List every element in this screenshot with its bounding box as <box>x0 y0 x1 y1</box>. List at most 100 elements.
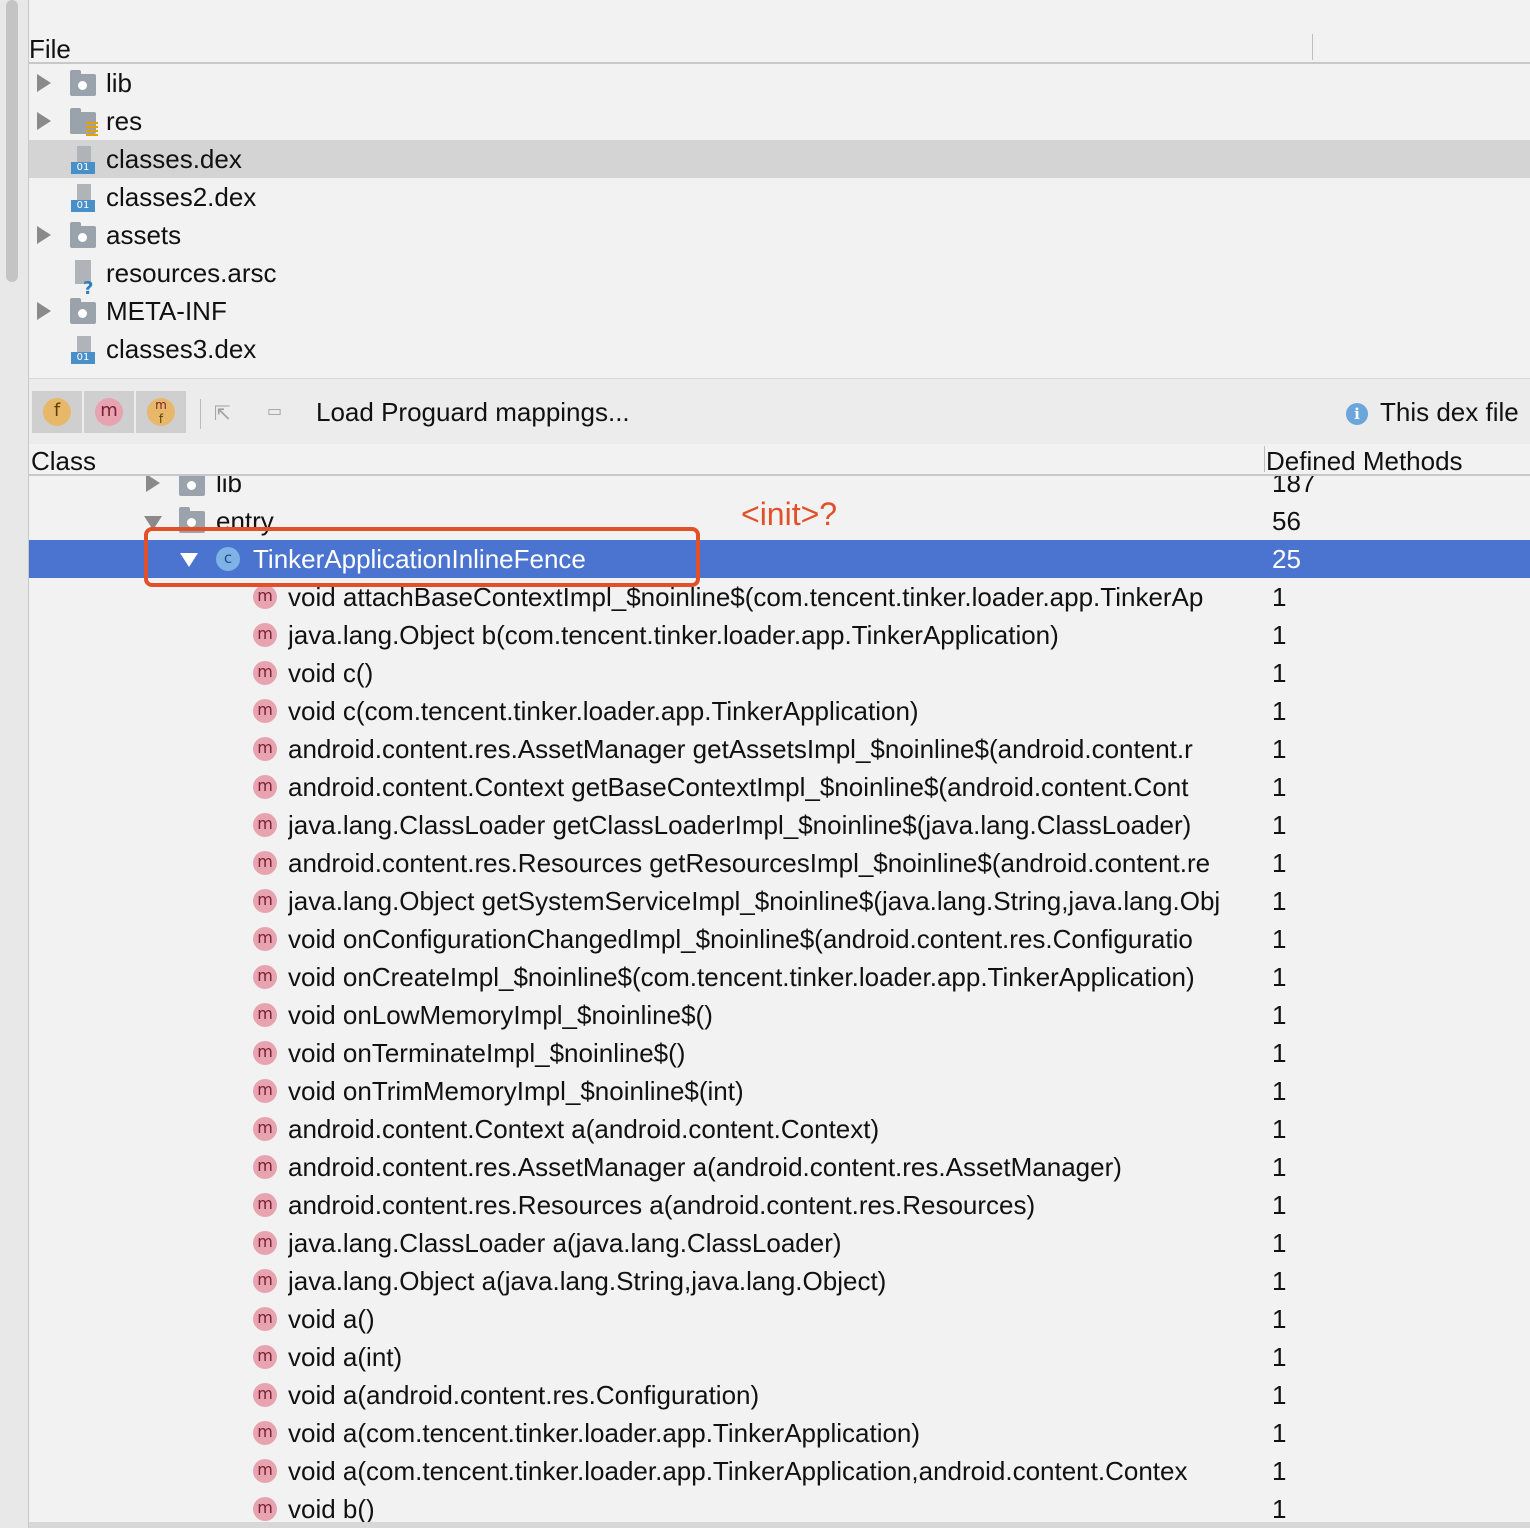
method-icon: m <box>253 623 277 647</box>
method-row[interactable]: m void onTrimMemoryImpl_$noinline$(int) 1 <box>29 1072 1530 1110</box>
method-signature: android.content.res.Resources getResourc… <box>288 848 1211 878</box>
field-icon: f <box>43 398 71 426</box>
method-row[interactable]: m void a(android.content.res.Configuratio… <box>29 1376 1530 1414</box>
method-row[interactable]: m android.content.Context getBaseContextI… <box>29 768 1530 806</box>
folder-icon <box>70 70 96 96</box>
defined-methods-count: 1 <box>1272 582 1287 612</box>
file-row-meta-inf[interactable]: META-INF <box>29 292 1530 330</box>
dex-badge: 01 <box>71 352 95 364</box>
method-row[interactable]: m void a(com.tencent.tinker.loader.app.Ti… <box>29 1414 1530 1452</box>
file-row-label: classes.dex <box>106 144 242 174</box>
method-row[interactable]: m java.lang.Object a(java.lang.String,jav… <box>29 1262 1530 1300</box>
expand-arrow-icon[interactable] <box>37 112 51 130</box>
method-signature: java.lang.ClassLoader getClassLoaderImpl… <box>288 810 1192 840</box>
method-signature: android.content.res.Resources a(android.… <box>288 1190 1036 1220</box>
method-signature: android.content.Context a(android.conten… <box>288 1114 880 1144</box>
method-row[interactable]: m void a(com.tencent.tinker.loader.app.Ti… <box>29 1452 1530 1490</box>
method-row[interactable]: m void onConfigurationChangedImpl_$noinli… <box>29 920 1530 958</box>
file-row-classes-dex[interactable]: 01 classes.dex <box>29 140 1530 178</box>
method-icon: m <box>253 965 277 989</box>
defined-methods-count: 1 <box>1272 886 1287 916</box>
file-row-lib[interactable]: lib <box>29 64 1530 102</box>
method-icon: m <box>253 1269 277 1293</box>
show-fields-toggle[interactable]: f <box>32 391 82 433</box>
annotation-label: <init>? <box>741 496 838 532</box>
method-row[interactable]: m void onLowMemoryImpl_$noinline$() 1 <box>29 996 1530 1034</box>
method-signature: void a() <box>288 1304 375 1334</box>
method-icon: m <box>253 661 277 685</box>
show-methods-toggle[interactable]: m <box>84 391 134 433</box>
method-icon: m <box>253 1307 277 1331</box>
dex-file-icon: 01 <box>71 146 95 174</box>
method-row[interactable]: m java.lang.Object getSystemServiceImpl_$… <box>29 882 1530 920</box>
method-row[interactable]: m void onTerminateImpl_$noinline$() 1 <box>29 1034 1530 1072</box>
method-row[interactable]: m java.lang.ClassLoader a(java.lang.Class… <box>29 1224 1530 1262</box>
method-signature: void onTrimMemoryImpl_$noinline$(int) <box>288 1076 744 1106</box>
method-row[interactable]: m void a() 1 <box>29 1300 1530 1338</box>
method-row[interactable]: m void c() 1 <box>29 654 1530 692</box>
method-row[interactable]: m void onCreateImpl_$noinline$(com.tencen… <box>29 958 1530 996</box>
defined-methods-count: 1 <box>1272 810 1287 840</box>
method-row[interactable]: m android.content.res.AssetManager getAss… <box>29 730 1530 768</box>
method-row[interactable]: m java.lang.ClassLoader getClassLoaderImp… <box>29 806 1530 844</box>
expand-arrow-icon[interactable] <box>37 302 51 320</box>
defined-methods-count: 1 <box>1272 962 1287 992</box>
expand-arrow-icon[interactable] <box>37 74 51 92</box>
file-row-classes2-dex[interactable]: 01 classes2.dex <box>29 178 1530 216</box>
column-divider[interactable] <box>1264 446 1265 472</box>
file-row-label: assets <box>106 220 182 250</box>
defined-methods-count: 1 <box>1272 924 1287 954</box>
file-row-classes3-dex[interactable]: 01 classes3.dex <box>29 330 1530 368</box>
show-referenced-toggle[interactable]: m f <box>136 391 186 433</box>
top-strip <box>29 0 1530 32</box>
file-row-res[interactable]: res <box>29 102 1530 140</box>
method-icon: m <box>253 1079 277 1103</box>
method-signature: void a(com.tencent.tinker.loader.app.Tin… <box>288 1418 921 1448</box>
dex-file-icon: 01 <box>71 336 95 364</box>
scrollbar-thumb[interactable] <box>6 0 18 282</box>
defined-methods-count: 1 <box>1272 1304 1287 1334</box>
expand-arrow-icon[interactable] <box>37 226 51 244</box>
method-row[interactable]: m void a(int) 1 <box>29 1338 1530 1376</box>
method-row[interactable]: m void c(com.tencent.tinker.loader.app.Ti… <box>29 692 1530 730</box>
file-row-assets[interactable]: assets <box>29 216 1530 254</box>
flatten-packages-icon[interactable]: ⇱ <box>214 401 231 425</box>
toolbar-divider <box>200 399 201 429</box>
defined-methods-count: 1 <box>1272 1000 1287 1030</box>
load-proguard-mappings-button[interactable]: Load Proguard mappings... <box>316 397 630 428</box>
dex-badge: 01 <box>71 162 95 174</box>
file-row-label: resources.arsc <box>106 258 277 288</box>
method-icon: m <box>253 775 277 799</box>
defined-methods-count: 1 <box>1272 1266 1287 1296</box>
expand-arrow-icon[interactable] <box>146 476 160 492</box>
method-icon: m <box>253 813 277 837</box>
method-row[interactable]: m android.content.res.Resources getResour… <box>29 844 1530 882</box>
file-column-header[interactable]: File <box>29 32 1530 64</box>
defined-methods-count: 1 <box>1272 1152 1287 1182</box>
defined-methods-count: 1 <box>1272 1342 1287 1372</box>
defined-methods-count: 56 <box>1272 506 1301 536</box>
class-column-header[interactable]: Class Defined Methods <box>29 444 1530 476</box>
defined-methods-header-label: Defined Methods <box>1266 446 1463 476</box>
method-signature: android.content.res.AssetManager getAsse… <box>288 734 1193 764</box>
method-icon: m <box>253 1117 277 1141</box>
method-row[interactable]: m android.content.res.Resources a(android… <box>29 1186 1530 1224</box>
file-header-label: File <box>29 34 71 64</box>
dex-file-icon: 01 <box>71 184 95 212</box>
method-row[interactable]: m android.content.res.AssetManager a(andr… <box>29 1148 1530 1186</box>
method-row[interactable]: m java.lang.Object b(com.tencent.tinker.l… <box>29 616 1530 654</box>
deobfuscate-names-icon[interactable]: ▭ <box>267 401 282 420</box>
method-icon: m <box>253 1003 277 1027</box>
method-signature: void onLowMemoryImpl_$noinline$() <box>288 1000 713 1030</box>
dex-badge: 01 <box>71 200 95 212</box>
method-row[interactable]: m android.content.Context a(android.conte… <box>29 1110 1530 1148</box>
file-row-label: META-INF <box>106 296 227 326</box>
column-divider[interactable] <box>1312 34 1313 60</box>
class-toolbar: f m m f ⇱ ▭ Load Proguard mappings... i … <box>29 378 1530 445</box>
method-signature: void onCreateImpl_$noinline$(com.tencent… <box>288 962 1195 992</box>
defined-methods-count: 1 <box>1272 1228 1287 1258</box>
left-scrollbar[interactable] <box>0 0 29 1528</box>
defined-methods-count: 1 <box>1272 1038 1287 1068</box>
file-row-resources-arsc[interactable]: ? resources.arsc <box>29 254 1530 299</box>
horizontal-scrollbar[interactable] <box>29 1522 1530 1528</box>
